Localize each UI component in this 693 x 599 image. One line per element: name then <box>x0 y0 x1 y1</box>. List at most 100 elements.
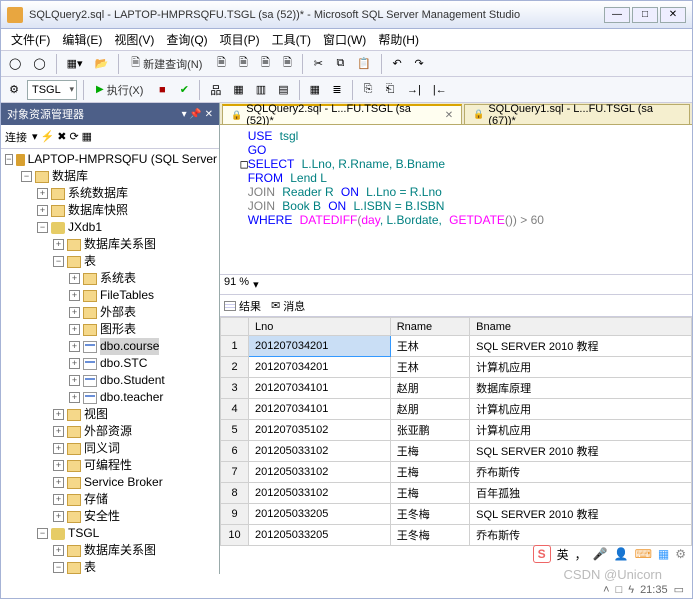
table-row[interactable]: 3201207034101赵朋数据库原理 <box>221 378 692 399</box>
tray-time[interactable]: 21:35 <box>640 584 668 596</box>
snapshot-node[interactable]: 数据库快照 <box>68 202 128 219</box>
tool-c-icon[interactable]: 🗎 <box>256 54 274 74</box>
outdent-icon[interactable]: |← <box>429 80 451 100</box>
table-row[interactable]: 8201205033102王梅百年孤独 <box>221 483 692 504</box>
table-dbo-student[interactable]: dbo.Student <box>100 372 165 389</box>
tray-net-icon[interactable]: □ <box>616 584 623 596</box>
col-bname[interactable]: Bname <box>470 318 692 336</box>
tsgl-node[interactable]: TSGL <box>68 525 99 542</box>
menu-view[interactable]: 视图(V) <box>108 29 160 50</box>
table-row[interactable]: 7201205033102王梅乔布斯传 <box>221 462 692 483</box>
server-node[interactable]: LAPTOP-HMPRSQFU (SQL Server <box>28 151 217 168</box>
comment-icon[interactable]: ⎘ <box>359 80 377 100</box>
table-row[interactable]: 10201205033205王冬梅乔布斯传 <box>221 525 692 546</box>
plan-icon[interactable]: 品 <box>206 80 225 100</box>
maximize-button[interactable]: □ <box>632 7 658 23</box>
object-tree[interactable]: −LAPTOP-HMPRSQFU (SQL Server −数据库 +系统数据库… <box>1 149 219 574</box>
table-row[interactable]: 2201207034201王林计算机应用 <box>221 357 692 378</box>
tray-sound-icon[interactable]: ϟ <box>628 584 634 596</box>
tool-b-icon[interactable]: 🗎 <box>234 54 252 74</box>
tables2-node[interactable]: 表 <box>84 559 96 574</box>
ime-mic-icon[interactable]: 🎤 <box>593 547 608 561</box>
tables-node[interactable]: 表 <box>84 253 96 270</box>
messages-tab[interactable]: ✉消息 <box>271 298 305 314</box>
sysdb-node[interactable]: 系统数据库 <box>68 185 128 202</box>
refresh-icon[interactable]: ⟳ <box>69 130 78 143</box>
nav-back-button[interactable]: ◯ <box>5 54 25 74</box>
tab-sqlquery2[interactable]: 🔒 SQLQuery2.sql - L...FU.TSGL (sa (52))*… <box>222 104 462 124</box>
results-tab[interactable]: 结果 <box>224 298 261 314</box>
autohide-pin-icon[interactable]: ▾ 📌 ✕ <box>182 109 213 120</box>
tray-notif-icon[interactable]: ▭ <box>674 583 684 596</box>
diagrams2-node[interactable]: 数据库关系图 <box>84 542 156 559</box>
menu-tools[interactable]: 工具(T) <box>266 29 317 50</box>
paste-icon[interactable]: 📋 <box>353 54 375 74</box>
opt1-icon[interactable]: ▦ <box>229 80 247 100</box>
undo-icon[interactable]: ↶ <box>388 54 406 74</box>
nav-fwd-button[interactable]: ◯ <box>29 54 49 74</box>
results-grid[interactable]: Lno Rname Bname 1201207034201王林SQL SERVE… <box>220 317 692 574</box>
parse-icon[interactable]: ⚙ <box>5 80 23 100</box>
execute-button[interactable]: ▶执行(X) <box>90 80 149 100</box>
diagrams-node[interactable]: 数据库关系图 <box>84 236 156 253</box>
views-node[interactable]: 视图 <box>84 406 108 423</box>
tool-a-icon[interactable]: 🗎 <box>212 54 230 74</box>
ime-gear-icon[interactable]: ⚙ <box>675 547 686 561</box>
col-lno[interactable]: Lno <box>249 318 391 336</box>
databases-node[interactable]: 数据库 <box>52 168 88 185</box>
ime-grid-icon[interactable]: ▦ <box>658 547 669 561</box>
ime-person-icon[interactable]: 👤 <box>614 547 629 561</box>
filetables-node[interactable]: FileTables <box>100 287 154 304</box>
indent-icon[interactable]: →| <box>403 80 425 100</box>
conn-tool-a[interactable]: ⚡ <box>41 130 55 143</box>
open-button[interactable]: 📂 <box>91 54 113 74</box>
service-broker-node[interactable]: Service Broker <box>84 474 163 491</box>
external-node[interactable]: 外部表 <box>100 304 136 321</box>
menu-window[interactable]: 窗口(W) <box>317 29 372 50</box>
table-row[interactable]: 6201205033102王梅SQL SERVER 2010 教程 <box>221 441 692 462</box>
minimize-button[interactable]: — <box>604 7 630 23</box>
table-row[interactable]: 9201205033205王冬梅SQL SERVER 2010 教程 <box>221 504 692 525</box>
filter-icon[interactable]: ▦ <box>82 130 92 143</box>
storage-node[interactable]: 存储 <box>84 491 108 508</box>
jxdb-node[interactable]: JXdb1 <box>68 219 102 236</box>
tab-close-icon[interactable]: ✕ <box>445 110 453 121</box>
synonyms-node[interactable]: 同义词 <box>84 440 120 457</box>
ime-kbd-icon[interactable]: ⌨ <box>635 547 652 561</box>
ime-lang[interactable]: 英 <box>557 546 569 563</box>
ime-punct[interactable]: ， <box>575 546 587 563</box>
opt2-icon[interactable]: ▥ <box>252 80 270 100</box>
table-row[interactable]: 5201207035102张亚鹏计算机应用 <box>221 420 692 441</box>
new-query-button[interactable]: 🗎 新建查询(N) <box>125 54 208 74</box>
programmability-node[interactable]: 可编程性 <box>84 457 132 474</box>
copy-icon[interactable]: ⧉ <box>331 54 349 74</box>
database-combo[interactable]: TSGL <box>27 80 77 100</box>
conn-tool-b[interactable]: ✖ <box>57 130 66 143</box>
extres-node[interactable]: 外部资源 <box>84 423 132 440</box>
table-dbo-course[interactable]: dbo.course <box>100 338 159 355</box>
tab-sqlquery1[interactable]: 🔒 SQLQuery1.sql - L...FU.TSGL (sa (67))* <box>464 104 690 124</box>
table-dbo-stc[interactable]: dbo.STC <box>100 355 147 372</box>
sql-editor[interactable]: USE tsgl GO □SELECT L.Lno, R.Rname, B.Bn… <box>220 125 692 275</box>
results-text-icon[interactable]: ≣ <box>328 80 346 100</box>
tool-d-icon[interactable]: 🗎 <box>278 54 296 74</box>
close-button[interactable]: ✕ <box>660 7 686 23</box>
table-row[interactable]: 4201207034101赵朋计算机应用 <box>221 399 692 420</box>
menu-query[interactable]: 查询(Q) <box>160 29 213 50</box>
results-grid-icon[interactable]: ▦ <box>306 80 324 100</box>
security-node[interactable]: 安全性 <box>84 508 120 525</box>
table-dbo-teacher[interactable]: dbo.teacher <box>100 389 163 406</box>
col-rname[interactable]: Rname <box>390 318 469 336</box>
menu-edit[interactable]: 编辑(E) <box>56 29 108 50</box>
new-item-button[interactable]: ▦▾ <box>63 54 87 74</box>
cut-icon[interactable]: ✂ <box>309 54 327 74</box>
menu-file[interactable]: 文件(F) <box>5 29 56 50</box>
opt3-icon[interactable]: ▤ <box>274 80 292 100</box>
check-icon[interactable]: ✔ <box>175 80 193 100</box>
zoom-combo[interactable]: 91 % <box>224 276 249 294</box>
col-rownum[interactable] <box>221 318 249 336</box>
sogou-icon[interactable]: S <box>533 545 551 563</box>
graph-node[interactable]: 图形表 <box>100 321 136 338</box>
menu-help[interactable]: 帮助(H) <box>372 29 425 50</box>
connect-label[interactable]: 连接 <box>5 129 27 145</box>
